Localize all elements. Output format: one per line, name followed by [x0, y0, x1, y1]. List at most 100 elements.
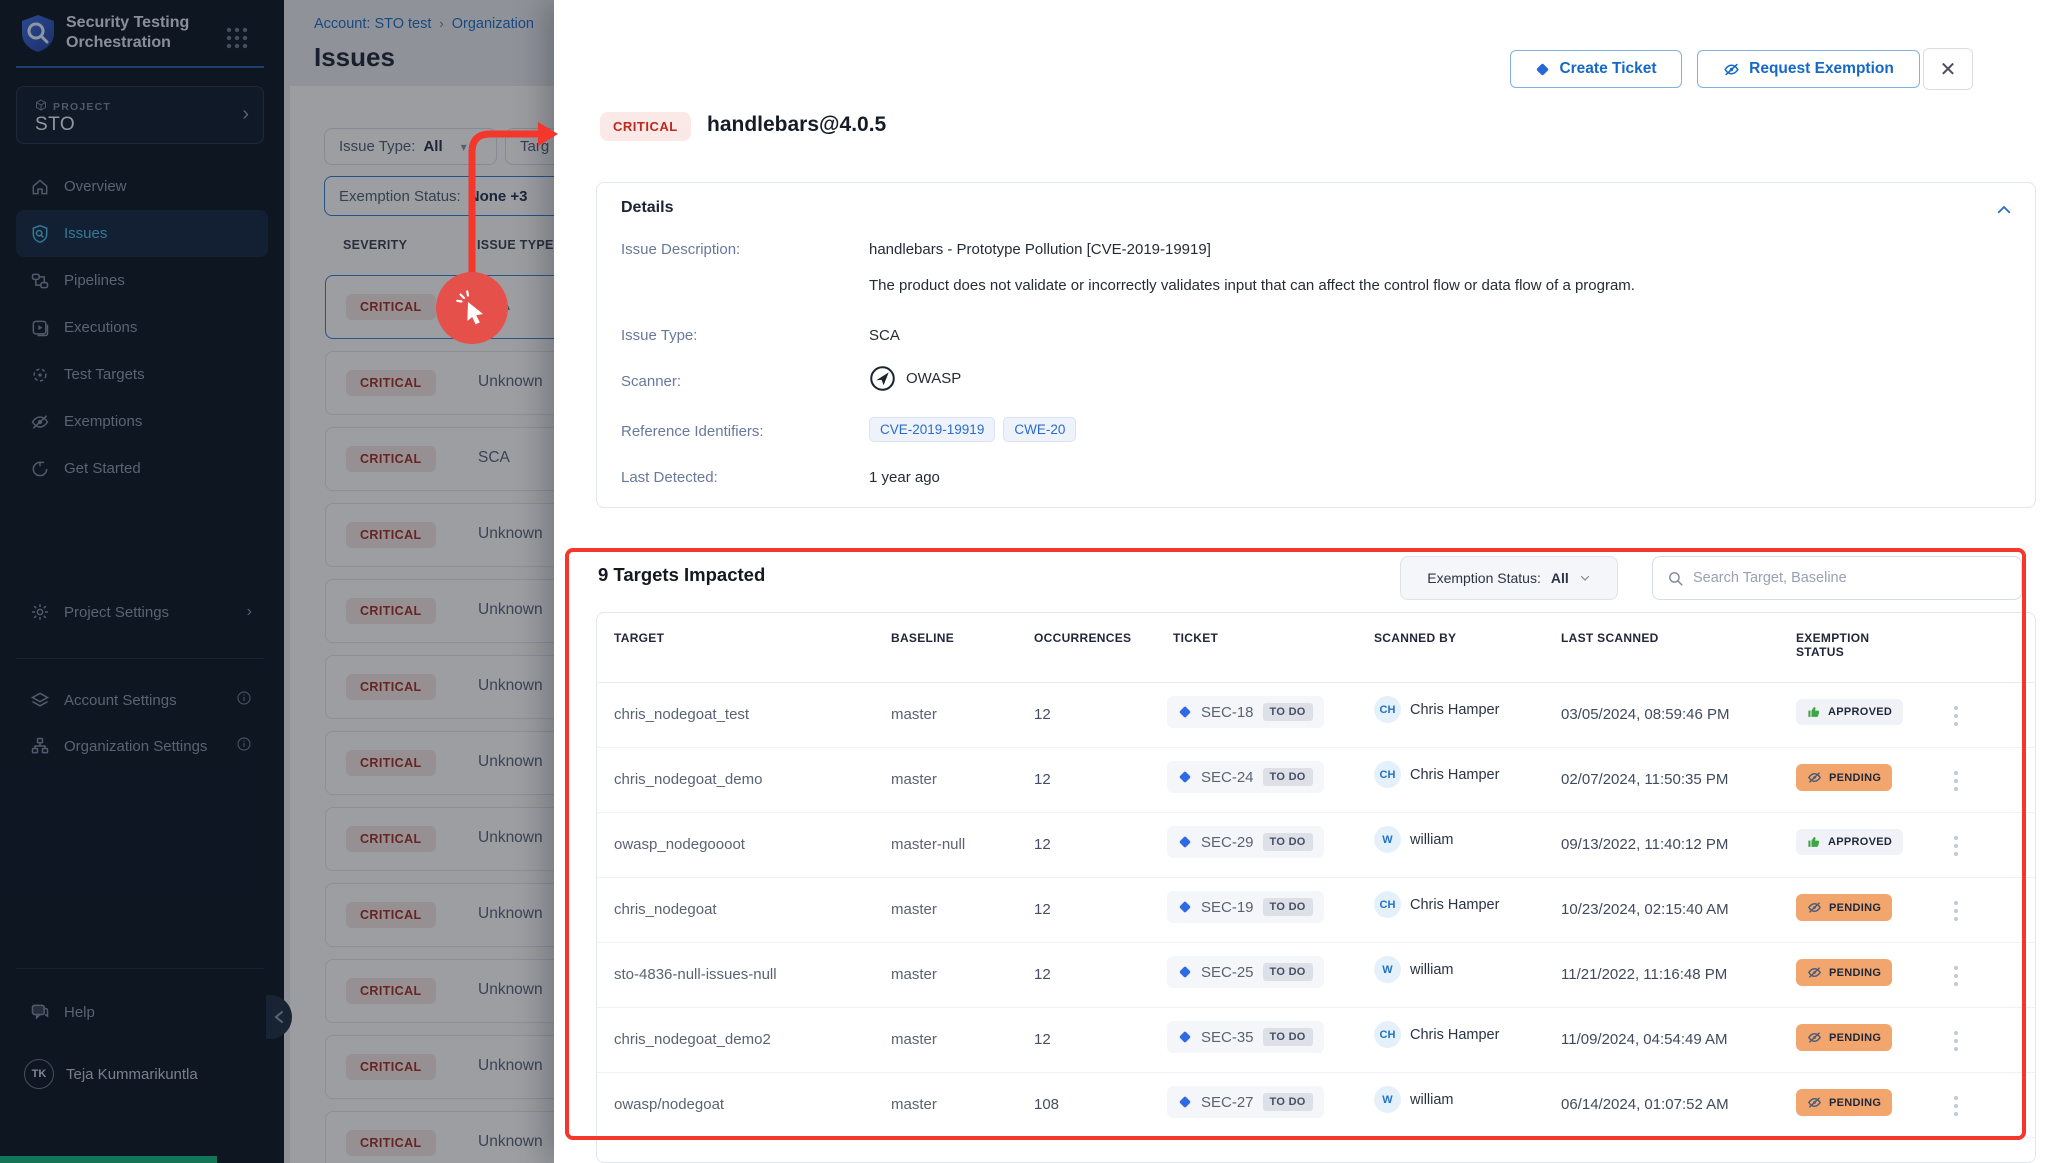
occurrences-cell: 12: [1034, 1031, 1051, 1048]
row-menu-kebab-icon[interactable]: [1946, 1026, 1966, 1056]
scanned-by-cell: W william: [1374, 1086, 1454, 1113]
target-row[interactable]: sto-4836-null-issues-null master 12 SEC-…: [597, 943, 2035, 1008]
scanner-value: OWASP: [906, 370, 961, 387]
chevron-up-icon[interactable]: [1995, 201, 2015, 221]
reference-chip-cwe[interactable]: CWE-20: [1003, 417, 1076, 442]
ticket-status-badge: TO DO: [1263, 1093, 1313, 1111]
ticket-chip[interactable]: SEC-35 TO DO: [1167, 1021, 1324, 1053]
last-scanned-cell: 10/23/2024, 02:15:40 AM: [1561, 901, 1729, 918]
exemption-status-badge: PENDING: [1796, 1089, 1892, 1116]
ticket-id: SEC-19: [1201, 899, 1254, 916]
ticket-chip[interactable]: SEC-29 TO DO: [1167, 826, 1324, 858]
col-last-scanned: LAST SCANNED: [1561, 631, 1659, 645]
row-menu-kebab-icon[interactable]: [1946, 831, 1966, 861]
thumbs-up-icon: [1807, 835, 1821, 849]
scanner-value-row: OWASP: [869, 365, 961, 392]
jira-ticket-icon: [1178, 1030, 1192, 1044]
ticket-status-badge: TO DO: [1263, 768, 1313, 786]
target-row[interactable]: chris_nodegoat_demo master 12 SEC-24 TO …: [597, 748, 2035, 813]
baseline-cell: master: [891, 771, 937, 788]
targets-table-header: TARGET BASELINE OCCURRENCES TICKET SCANN…: [597, 613, 2035, 683]
thumbs-up-icon: [1807, 705, 1821, 719]
exemption-status-badge: PENDING: [1796, 959, 1892, 986]
exemption-status-label: APPROVED: [1828, 836, 1892, 848]
ticket-id: SEC-27: [1201, 1094, 1254, 1111]
ticket-diamond-icon: [1535, 62, 1550, 77]
avatar: W: [1374, 956, 1401, 983]
issue-description-label: Issue Description:: [621, 241, 740, 258]
row-menu-kebab-icon[interactable]: [1946, 1091, 1966, 1121]
details-heading: Details: [621, 199, 673, 217]
ticket-chip[interactable]: SEC-25 TO DO: [1167, 956, 1324, 988]
targets-exemption-filter-label: Exemption Status:: [1427, 570, 1541, 586]
exemption-status-label: PENDING: [1829, 902, 1881, 914]
scanned-by-cell: W william: [1374, 826, 1454, 853]
avatar: CH: [1374, 761, 1401, 788]
target-cell: chris_nodegoat_demo2: [614, 1031, 771, 1048]
close-button[interactable]: ✕: [1923, 48, 1973, 90]
row-menu-kebab-icon[interactable]: [1946, 961, 1966, 991]
jira-ticket-icon: [1178, 835, 1192, 849]
ticket-chip[interactable]: SEC-27 TO DO: [1167, 1086, 1324, 1118]
issue-description-line2: The product does not validate or incorre…: [869, 277, 1635, 294]
reference-chips: CVE-2019-19919 CWE-20: [869, 417, 1084, 442]
targets-search-input[interactable]: [1693, 570, 2007, 586]
ticket-id: SEC-25: [1201, 964, 1254, 981]
eye-off-icon: [1807, 770, 1822, 785]
targets-table: TARGET BASELINE OCCURRENCES TICKET SCANN…: [596, 612, 2036, 1163]
issue-type-label: Issue Type:: [621, 327, 697, 344]
avatar: CH: [1374, 1021, 1401, 1048]
occurrences-cell: 12: [1034, 966, 1051, 983]
target-cell: owasp_nodegoooot: [614, 836, 745, 853]
avatar: CH: [1374, 891, 1401, 918]
avatar: CH: [1374, 696, 1401, 723]
row-menu-kebab-icon[interactable]: [1946, 701, 1966, 731]
jira-ticket-icon: [1178, 770, 1192, 784]
target-row[interactable]: owasp/nodegoat master 108 SEC-27 TO DO W…: [597, 1073, 2035, 1138]
target-row[interactable]: owasp_nodegoooot master-null 12 SEC-29 T…: [597, 813, 2035, 878]
ticket-status-badge: TO DO: [1263, 1028, 1313, 1046]
occurrences-cell: 108: [1034, 1096, 1059, 1113]
scanned-by-name: Chris Hamper: [1410, 897, 1499, 913]
col-scanned-by: SCANNED BY: [1374, 631, 1456, 645]
create-ticket-button[interactable]: Create Ticket: [1510, 50, 1682, 88]
request-exemption-button[interactable]: Request Exemption: [1697, 50, 1920, 88]
target-row[interactable]: chris_nodegoat_demo2 master 12 SEC-35 TO…: [597, 1008, 2035, 1073]
ticket-status-badge: TO DO: [1263, 833, 1313, 851]
ticket-id: SEC-35: [1201, 1029, 1254, 1046]
occurrences-cell: 12: [1034, 836, 1051, 853]
scanned-by-cell: CH Chris Hamper: [1374, 696, 1499, 723]
reference-chip-cve[interactable]: CVE-2019-19919: [869, 417, 995, 442]
ticket-status-badge: TO DO: [1263, 898, 1313, 916]
ticket-chip[interactable]: SEC-24 TO DO: [1167, 761, 1324, 793]
eye-off-icon: [1723, 61, 1740, 78]
row-menu-kebab-icon[interactable]: [1946, 896, 1966, 926]
baseline-cell: master: [891, 966, 937, 983]
jira-ticket-icon: [1178, 900, 1192, 914]
row-menu-kebab-icon[interactable]: [1946, 766, 1966, 796]
eye-off-icon: [1807, 900, 1822, 915]
targets-table-body: chris_nodegoat_test master 12 SEC-18 TO …: [597, 683, 2035, 1138]
issue-detail-panel: Create Ticket Request Exemption ✕ CRITIC…: [554, 0, 2048, 1163]
scanner-label: Scanner:: [621, 373, 681, 390]
last-detected-label: Last Detected:: [621, 469, 718, 486]
baseline-cell: master: [891, 1031, 937, 1048]
exemption-status-label: PENDING: [1829, 1032, 1881, 1044]
jira-ticket-icon: [1178, 965, 1192, 979]
avatar: W: [1374, 1086, 1401, 1113]
col-ticket: TICKET: [1173, 631, 1218, 645]
exemption-status-label: APPROVED: [1828, 706, 1892, 718]
issue-title: handlebars@4.0.5: [707, 113, 886, 137]
col-baseline: BASELINE: [891, 631, 954, 645]
severity-badge: CRITICAL: [600, 112, 691, 141]
ticket-chip[interactable]: SEC-18 TO DO: [1167, 696, 1324, 728]
col-target: TARGET: [614, 631, 664, 645]
exemption-status-badge: APPROVED: [1796, 699, 1903, 725]
details-section: Details Issue Description: handlebars - …: [596, 182, 2036, 508]
targets-exemption-status-dropdown[interactable]: Exemption Status:All: [1400, 556, 1618, 600]
target-row[interactable]: chris_nodegoat master 12 SEC-19 TO DO CH…: [597, 878, 2035, 943]
ticket-chip[interactable]: SEC-19 TO DO: [1167, 891, 1324, 923]
target-row[interactable]: chris_nodegoat_test master 12 SEC-18 TO …: [597, 683, 2035, 748]
request-exemption-label: Request Exemption: [1749, 60, 1894, 78]
ticket-id: SEC-29: [1201, 834, 1254, 851]
